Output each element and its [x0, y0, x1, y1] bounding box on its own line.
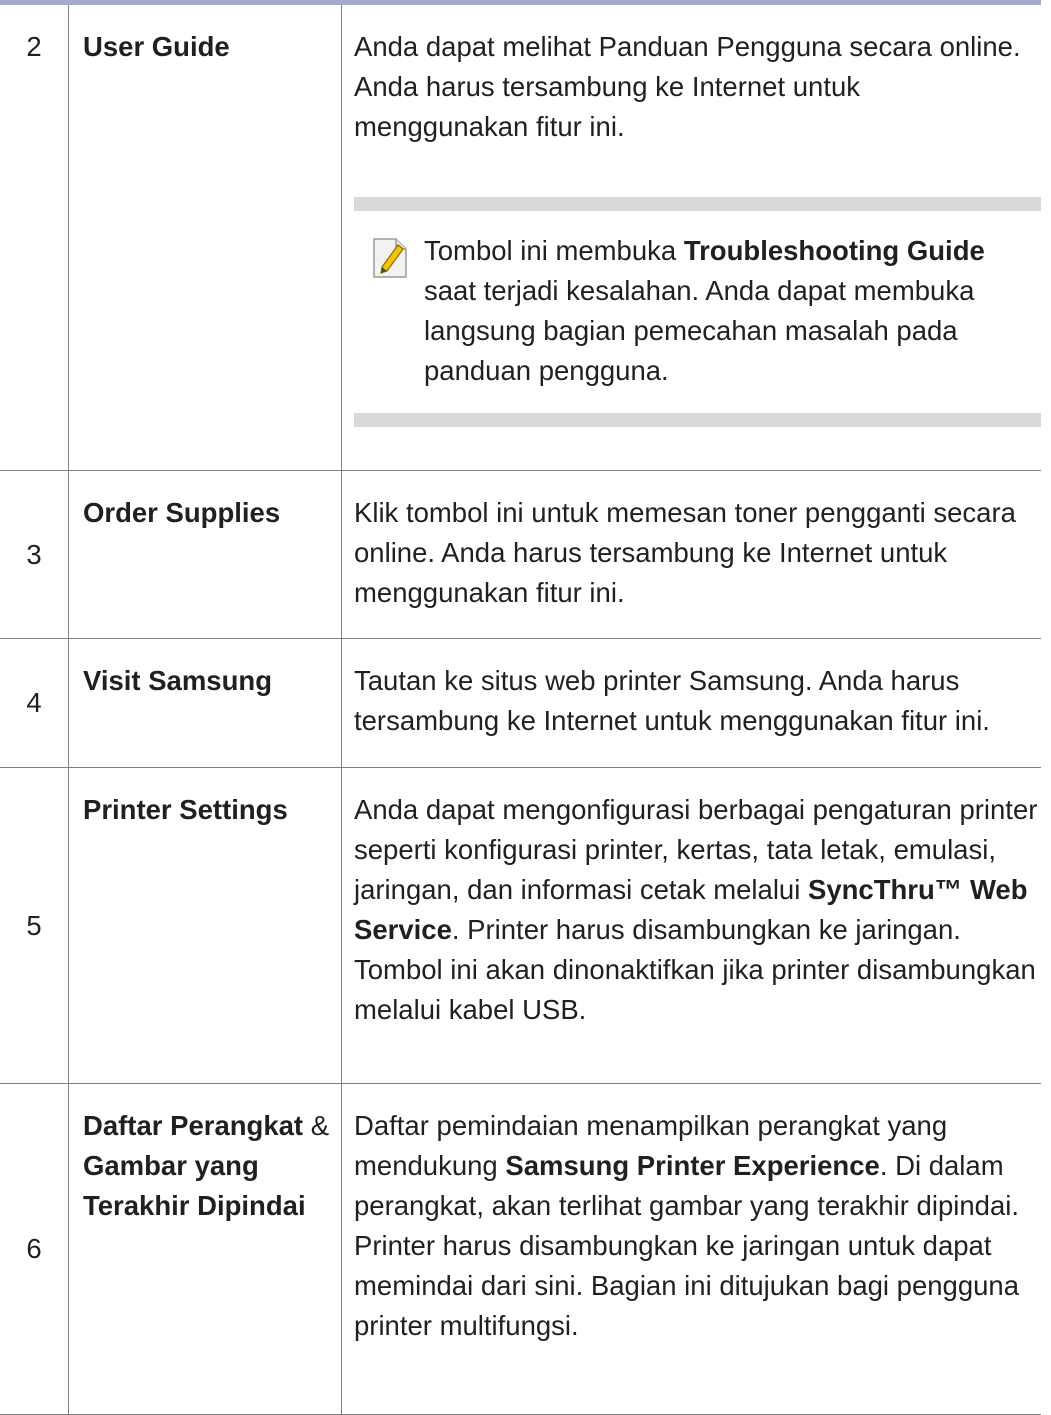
note-pencil-icon [373, 238, 407, 278]
feature-name-1: Daftar Perangkat [83, 1110, 304, 1141]
table-row: 6 Daftar Perangkat & Gambar yang Terakhi… [0, 1083, 1041, 1415]
note-text-2: saat terjadi kesalahan. Anda dapat membu… [424, 275, 975, 386]
feature-name-2: Gambar yang Terakhir Dipindai [83, 1150, 306, 1221]
feature-separator: & [303, 1110, 330, 1141]
table-row: 3 Order Supplies Klik tombol ini untuk m… [0, 470, 1041, 639]
row-number: 5 [0, 767, 69, 1084]
description-text-2: . Printer harus disambungkan ke jaringan… [354, 914, 1036, 1025]
feature-description: Klik tombol ini untuk memesan toner peng… [341, 470, 1041, 639]
feature-description: Anda dapat mengonfigurasi berbagai penga… [341, 767, 1041, 1084]
feature-description: Daftar pemindaian menampilkan perangkat … [341, 1083, 1041, 1415]
row-number: 6 [0, 1083, 69, 1415]
feature-table: 2 User Guide Anda dapat melihat Panduan … [0, 5, 1041, 1415]
note-bold-term: Troubleshooting Guide [683, 235, 985, 266]
feature-description: Anda dapat melihat Panduan Pengguna seca… [341, 5, 1041, 471]
description-text: Anda dapat melihat Panduan Pengguna seca… [354, 31, 1021, 142]
table-row: 5 Printer Settings Anda dapat mengonfigu… [0, 767, 1041, 1084]
row-number: 2 [0, 5, 69, 471]
note-box: Tombol ini membuka Troubleshooting Guide… [354, 197, 1041, 427]
feature-description: Tautan ke situs web printer Samsung. And… [341, 638, 1041, 768]
feature-name: Visit Samsung [68, 638, 342, 768]
row-number: 4 [0, 638, 69, 768]
row-number: 3 [0, 470, 69, 639]
feature-name: User Guide [68, 5, 342, 471]
table-row: 4 Visit Samsung Tautan ke situs web prin… [0, 638, 1041, 768]
feature-name: Daftar Perangkat & Gambar yang Terakhir … [68, 1083, 342, 1415]
feature-name: Order Supplies [68, 470, 342, 639]
note-text-1: Tombol ini membuka [424, 235, 684, 266]
feature-name: Printer Settings [68, 767, 342, 1084]
description-bold-term: Samsung Printer Experience [505, 1150, 880, 1181]
table-row: 2 User Guide Anda dapat melihat Panduan … [0, 5, 1041, 471]
